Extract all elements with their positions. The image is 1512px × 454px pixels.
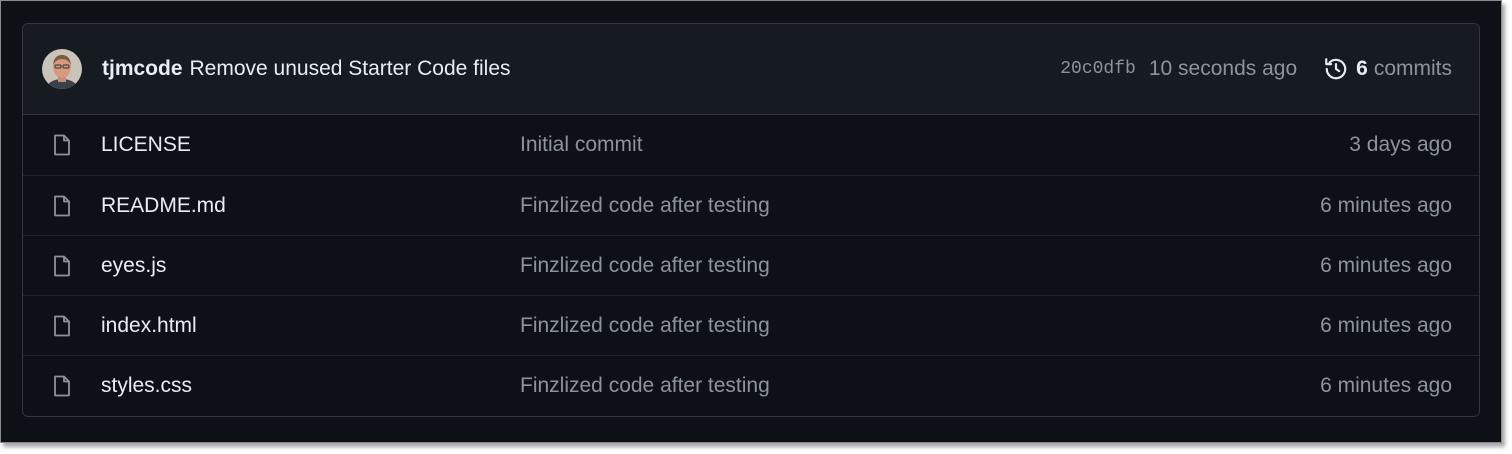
file-commit-time: 3 days ago: [1349, 133, 1452, 156]
file-name-link[interactable]: eyes.js: [101, 254, 520, 278]
commits-history-link[interactable]: 6 commits: [1323, 56, 1452, 82]
file-commit-time: 6 minutes ago: [1320, 373, 1452, 397]
commit-sha-link[interactable]: 20c0dfb: [1060, 59, 1136, 79]
latest-commit-bar: tjmcode Remove unused Starter Code files…: [23, 24, 1479, 115]
file-commit-message-link[interactable]: Finzlized code after testing: [520, 314, 1320, 338]
commit-time: 10 seconds ago: [1148, 57, 1298, 80]
file-icon: [50, 254, 74, 278]
history-icon: [1325, 58, 1347, 80]
file-rows: LICENSE Initial commit 3 days ago README…: [23, 115, 1479, 415]
file-row-readme[interactable]: README.md Finzlized code after testing 6…: [23, 175, 1479, 235]
file-name-link[interactable]: README.md: [101, 194, 520, 218]
commits-label: commits: [1373, 57, 1452, 80]
repo-file-list: tjmcode Remove unused Starter Code files…: [22, 23, 1480, 417]
file-commit-time: 6 minutes ago: [1320, 253, 1452, 277]
file-commit-message-link[interactable]: Finzlized code after testing: [520, 254, 1320, 278]
file-icon: [50, 314, 74, 338]
commit-message-link[interactable]: Remove unused Starter Code files: [190, 57, 511, 81]
file-commit-message-link[interactable]: Finzlized code after testing: [520, 374, 1320, 398]
file-commit-time: 6 minutes ago: [1320, 313, 1452, 337]
file-name-link[interactable]: index.html: [101, 314, 520, 338]
avatar[interactable]: [42, 49, 82, 89]
file-name-link[interactable]: LICENSE: [101, 133, 520, 157]
file-commit-time: 6 minutes ago: [1320, 193, 1452, 217]
commits-count: 6: [1356, 57, 1368, 80]
file-icon: [50, 133, 74, 157]
file-row-index-html[interactable]: index.html Finzlized code after testing …: [23, 295, 1479, 355]
file-row-eyes-js[interactable]: eyes.js Finzlized code after testing 6 m…: [23, 235, 1479, 295]
file-commit-message-link[interactable]: Finzlized code after testing: [520, 194, 1320, 218]
file-row-license[interactable]: LICENSE Initial commit 3 days ago: [23, 115, 1479, 175]
file-icon: [50, 374, 74, 398]
repo-file-browser-frame: tjmcode Remove unused Starter Code files…: [0, 0, 1502, 443]
commit-author-link[interactable]: tjmcode: [102, 57, 183, 81]
file-name-link[interactable]: styles.css: [101, 374, 520, 398]
file-icon: [50, 194, 74, 218]
file-row-styles-css[interactable]: styles.css Finzlized code after testing …: [23, 355, 1479, 415]
file-commit-message-link[interactable]: Initial commit: [520, 133, 1349, 157]
